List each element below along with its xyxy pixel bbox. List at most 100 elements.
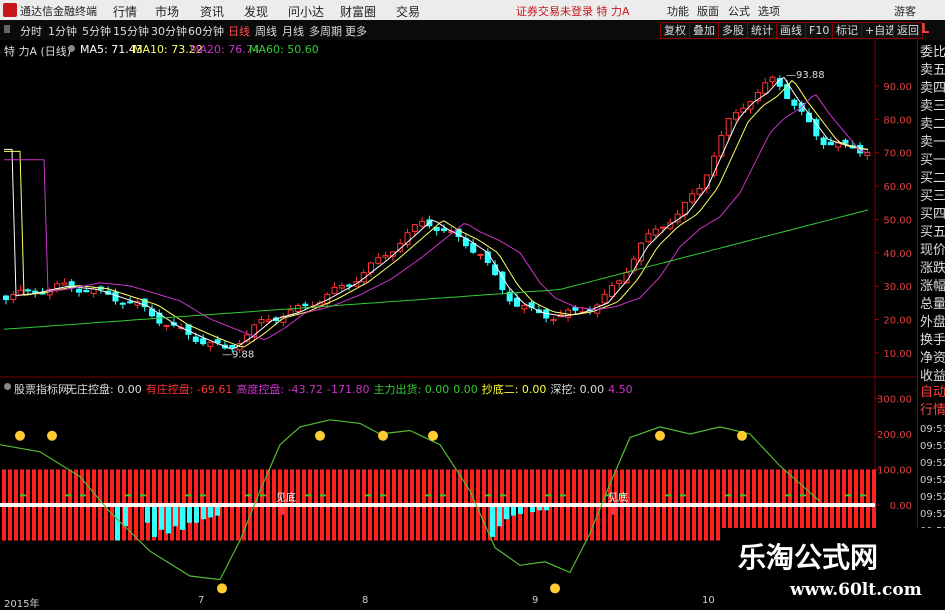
candle: [375, 257, 382, 264]
quote-field-label[interactable]: 买四: [920, 206, 945, 224]
green-marker: [80, 494, 86, 497]
adjust-button[interactable]: 复权: [660, 22, 690, 39]
signal-dot-icon: [278, 507, 286, 515]
period-5min[interactable]: 5分钟: [82, 23, 111, 39]
period-monthly[interactable]: 月线: [282, 23, 304, 39]
indicator-settings-icon[interactable]: [4, 383, 11, 390]
price-chart[interactable]: 90.00 80.00 70.00 60.00 50.00 40.00 30.00 20.00…: [0, 40, 917, 378]
multi-stock-button[interactable]: 多股: [718, 22, 748, 39]
quote-field-label[interactable]: 买三: [920, 188, 945, 206]
period-toolbar: 分时 1分钟 5分钟 15分钟 30分钟 60分钟 日线 周线 月线 多周期 更…: [0, 20, 945, 41]
quote-field-label[interactable]: 外盘: [920, 314, 945, 332]
green-marker: [785, 494, 791, 497]
cyan-bar: [490, 507, 495, 537]
realtime-tab[interactable]: 行情: [920, 402, 945, 420]
quote-field-label[interactable]: 卖三: [920, 98, 945, 116]
green-marker: [125, 494, 131, 497]
candle: [17, 289, 24, 296]
period-60min[interactable]: 60分钟: [188, 23, 224, 39]
date-label: 8: [362, 595, 369, 606]
candle: [302, 303, 309, 307]
menu-news[interactable]: 资讯: [200, 3, 224, 20]
quote-field-label[interactable]: 涨幅: [920, 278, 945, 296]
quote-field-label[interactable]: 换手: [920, 332, 945, 350]
menu-market[interactable]: 市场: [155, 3, 179, 20]
quote-field-label[interactable]: 净资: [920, 350, 945, 368]
candle: [696, 187, 703, 195]
plot-background: [0, 40, 917, 378]
y-tick-label: 0.00: [890, 501, 912, 512]
quote-field-label[interactable]: 卖一: [920, 134, 945, 152]
back-button[interactable]: 返回: [893, 22, 923, 39]
quote-field-label[interactable]: 卖二: [920, 116, 945, 134]
cyan-bar: [518, 507, 523, 514]
f10-button[interactable]: F10: [805, 22, 834, 39]
stock-label: 特 力A (日线): [4, 45, 72, 58]
overlay-button[interactable]: 叠加: [689, 22, 719, 39]
collapse-icon[interactable]: [4, 25, 10, 33]
period-more[interactable]: 更多: [345, 23, 367, 39]
panel-collapse-label[interactable]: L: [921, 22, 929, 37]
y-tick-label: 100.00: [877, 466, 912, 477]
quote-field-label[interactable]: 卖四: [920, 80, 945, 98]
indicator-item: 4.50: [608, 383, 633, 396]
cyan-bar: [194, 507, 199, 523]
quote-field-label[interactable]: 卖五: [920, 62, 945, 80]
trade-status: 证券交易未登录 特 力A: [516, 5, 630, 18]
emoji-face-icon: [655, 430, 665, 441]
menu-wealth[interactable]: 财富圈: [340, 3, 376, 20]
green-marker: [545, 494, 551, 497]
emoji-face-icon: [550, 583, 560, 594]
menu-market-quotes[interactable]: 行情: [113, 3, 137, 20]
cyan-bar: [166, 507, 171, 534]
cyan-bar: [208, 507, 213, 518]
statistics-button[interactable]: 统计: [747, 22, 777, 39]
candle: [616, 280, 623, 284]
y-tick-label: 50.00: [883, 215, 912, 226]
guest-login[interactable]: 游客: [894, 3, 916, 19]
period-tick[interactable]: 分时: [20, 23, 42, 39]
candle: [258, 318, 265, 324]
settings-dot-icon[interactable]: [68, 45, 75, 52]
menu-formula[interactable]: 公式: [728, 3, 750, 19]
green-marker: [845, 494, 851, 497]
menu-ask[interactable]: 问小达: [288, 3, 324, 20]
draw-line-button[interactable]: 画线: [776, 22, 806, 39]
period-1min[interactable]: 1分钟: [48, 23, 77, 39]
quote-field-label[interactable]: 买二: [920, 170, 945, 188]
quote-field-label[interactable]: 委比: [920, 44, 945, 62]
period-30min[interactable]: 30分钟: [151, 23, 187, 39]
mark-button[interactable]: 标记: [832, 22, 862, 39]
quote-field-label[interactable]: 总量: [920, 296, 945, 314]
menu-function[interactable]: 功能: [667, 3, 689, 19]
menu-layout[interactable]: 版面: [697, 3, 719, 19]
indicator-item: 0.00: [453, 383, 478, 396]
quote-field-label[interactable]: 买五: [920, 224, 945, 242]
green-marker: [680, 494, 686, 497]
date-label: 9: [532, 595, 539, 606]
cyan-bar: [504, 507, 509, 520]
emoji-face-icon: [15, 430, 25, 441]
quote-field-label[interactable]: 现价: [920, 242, 945, 260]
green-marker: [320, 494, 326, 497]
period-weekly[interactable]: 周线: [255, 23, 277, 39]
menu-trade[interactable]: 交易: [396, 3, 420, 20]
y-tick-label: 40.00: [883, 249, 912, 260]
candle: [24, 289, 31, 292]
candle: [784, 84, 791, 100]
period-multi[interactable]: 多周期: [309, 23, 342, 39]
period-15min[interactable]: 15分钟: [113, 23, 149, 39]
candle: [572, 307, 579, 311]
period-daily[interactable]: 日线: [228, 23, 250, 39]
watermark: 乐淘公式网 www.60lt.com: [720, 528, 945, 609]
quote-field-label[interactable]: 买一: [920, 152, 945, 170]
realtime-tab[interactable]: 自动: [920, 384, 945, 402]
y-tick-label: 200.00: [877, 430, 912, 441]
emoji-face-icon: [315, 430, 325, 441]
candle: [3, 295, 9, 301]
date-label: 7: [198, 595, 205, 606]
menu-discover[interactable]: 发现: [244, 3, 268, 20]
menu-options[interactable]: 选项: [758, 3, 780, 19]
quote-field-label[interactable]: 涨跌: [920, 260, 945, 278]
bottom-signal-label: 见底: [276, 491, 296, 504]
